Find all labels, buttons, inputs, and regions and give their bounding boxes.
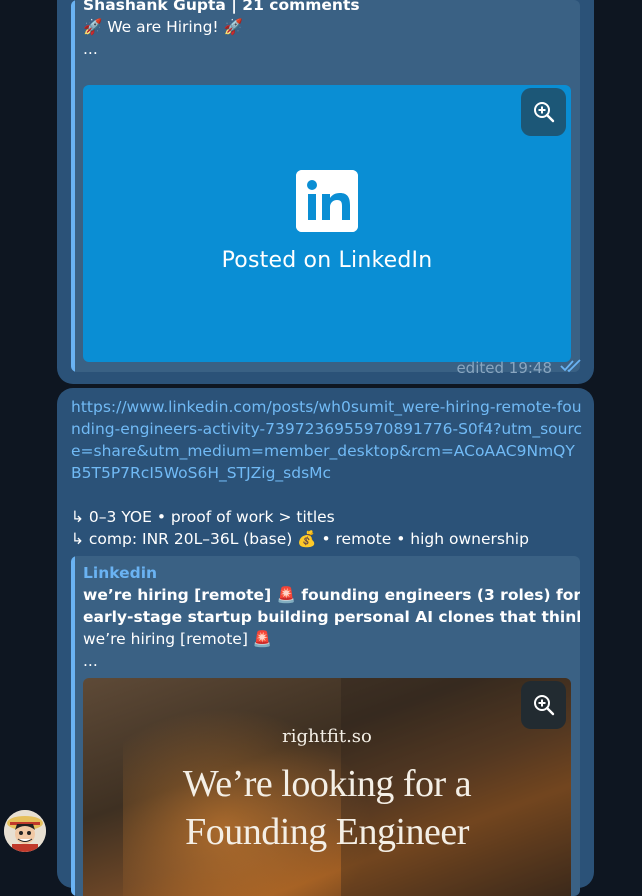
link-preview[interactable]: Linkedin we’re hiring [remote] 🚨 foundin…: [71, 556, 580, 896]
preview-author-line: Shashank Gupta | 21 comments: [83, 0, 360, 14]
image-brand-text: rightfit.so: [282, 726, 372, 747]
preview-description: we’re hiring [remote] 🚨: [83, 630, 273, 648]
linkedin-logo-icon: [296, 170, 358, 232]
zoom-in-icon[interactable]: [521, 88, 566, 136]
image-headline: Founding Engineer: [185, 811, 469, 853]
message-bubble: Shashank Gupta | 21 comments 🚀 We are Hi…: [57, 0, 594, 384]
preview-image[interactable]: rightfit.so We’re looking for a Founding…: [83, 678, 571, 896]
message-line: ↳ comp: INR 20L–36L (base) 💰 • remote • …: [71, 530, 529, 548]
preview-site-name: Linkedin: [83, 564, 158, 582]
preview-image-caption: Posted on LinkedIn: [221, 248, 433, 273]
double-check-icon: [560, 358, 584, 378]
image-headline: We’re looking for a: [182, 763, 472, 805]
preview-ellipsis: ...: [83, 40, 98, 58]
user-avatar[interactable]: [4, 810, 46, 852]
preview-title: early-stage startup building personal AI…: [83, 608, 580, 626]
message-line: ↳ 0–3 YOE • proof of work > titles: [71, 508, 335, 526]
preview-title: 🚀 We are Hiring! 🚀: [83, 18, 243, 36]
message-bubble: https://www.linkedin.com/posts/wh0sumit_…: [57, 388, 594, 896]
zoom-in-icon[interactable]: [521, 681, 566, 729]
preview-title: we’re hiring [remote] 🚨 founding enginee…: [83, 586, 580, 604]
preview-image[interactable]: Posted on LinkedIn: [83, 85, 571, 362]
message-link[interactable]: https://www.linkedin.com/posts/wh0sumit_…: [71, 396, 583, 484]
preview-ellipsis: ...: [83, 652, 98, 670]
link-preview[interactable]: Shashank Gupta | 21 comments 🚀 We are Hi…: [71, 0, 580, 372]
message-edited-time: edited 19:48: [456, 359, 552, 377]
